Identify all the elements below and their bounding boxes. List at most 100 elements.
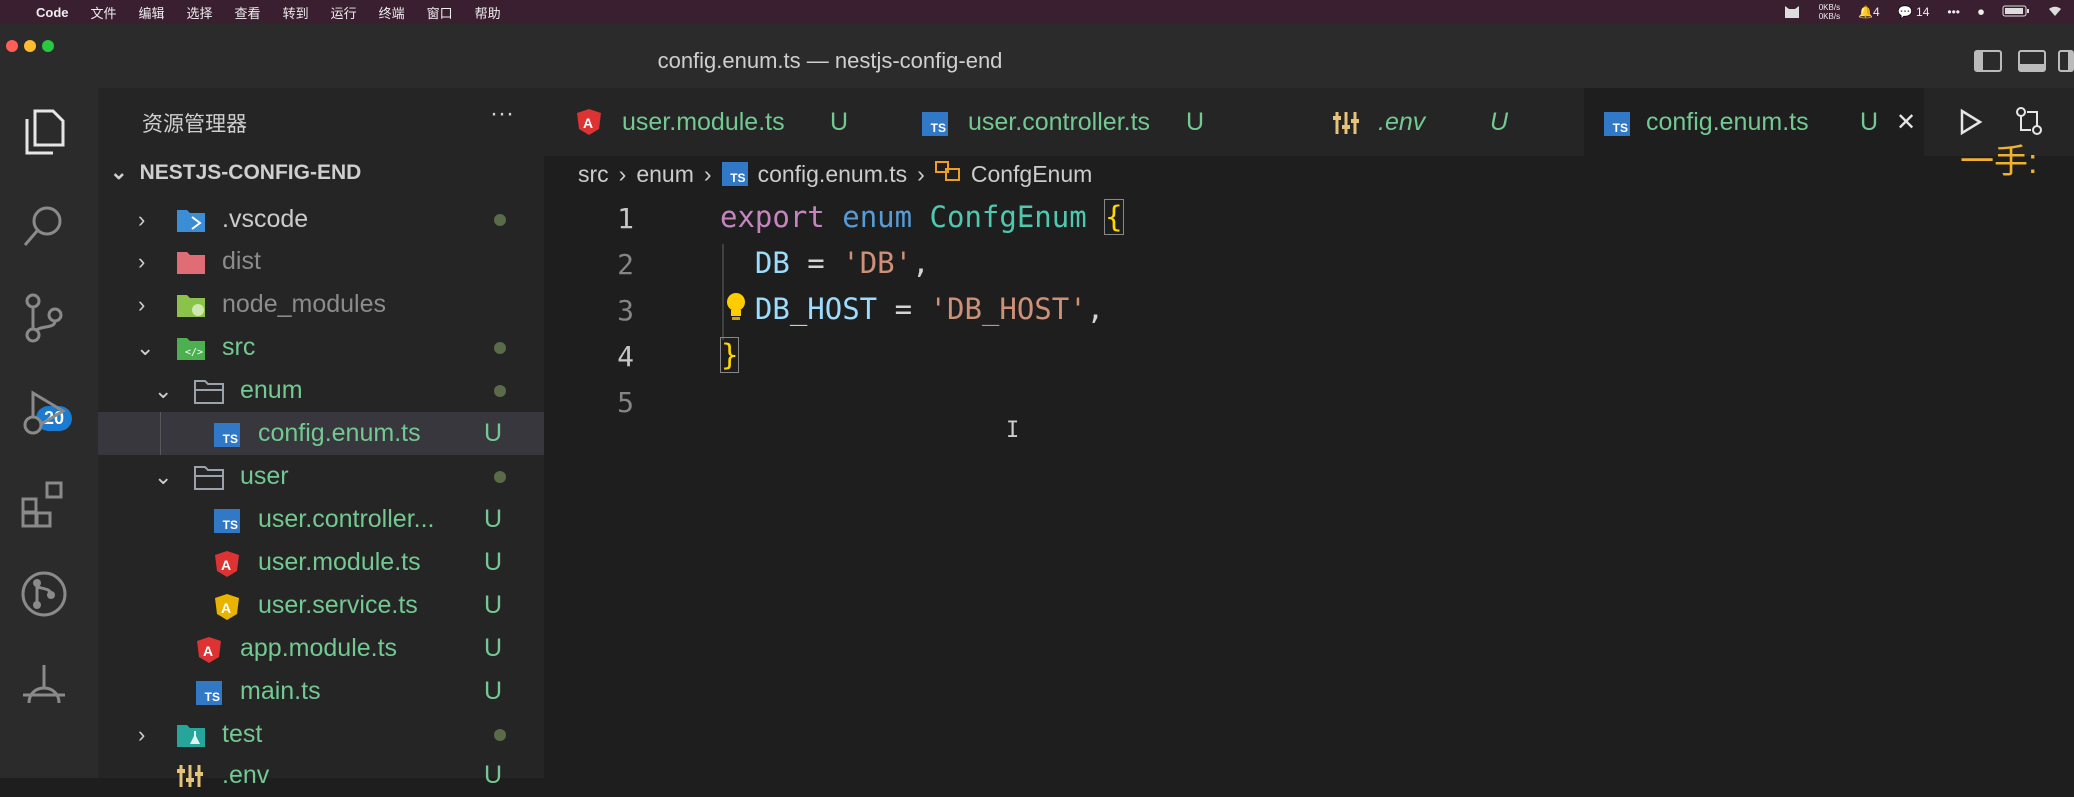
code-property: DB (754, 246, 790, 280)
menu-terminal[interactable]: 终端 (379, 3, 405, 22)
dist-folder-icon (176, 249, 205, 275)
workspace-root[interactable]: ⌄ NESTJS-CONFIG-END (110, 160, 361, 185)
screen-record-icon[interactable]: ⏺ (1978, 5, 1984, 20)
wechat-icon: 💬 (1897, 5, 1913, 19)
workspace-root-label: NESTJS-CONFIG-END (139, 161, 362, 184)
code-operator: = (789, 246, 843, 280)
menu-view[interactable]: 查看 (235, 3, 261, 22)
vscode-folder-icon (176, 207, 205, 233)
explorer-more-button[interactable]: ··· (490, 100, 514, 128)
tree-item-user-controller[interactable]: TS user.controller... U (98, 498, 544, 541)
untracked-status: U (483, 505, 502, 533)
menu-go[interactable]: 转到 (283, 3, 309, 22)
wifi-icon[interactable] (2048, 5, 2062, 20)
notification-status[interactable]: 🔔4 (1858, 5, 1880, 19)
typescript-file-icon: TS (196, 679, 224, 705)
tab-user-module[interactable]: A user.module.ts U (544, 88, 874, 156)
test-folder-icon (176, 722, 205, 748)
tab-config-enum[interactable]: TS config.enum.ts U ✕ (1584, 88, 1924, 156)
run-debug-icon[interactable] (14, 382, 74, 442)
extensions-icon[interactable] (14, 474, 74, 534)
breadcrumb-enum[interactable]: enum (636, 161, 694, 188)
tree-item-label: user.service.ts (258, 591, 418, 619)
chevron-right-icon: › (138, 291, 146, 317)
tree-item-user-service[interactable]: A user.service.ts U (98, 584, 544, 627)
breadcrumb-symbol[interactable]: ConfgEnum (971, 161, 1092, 188)
toggle-panel-icon[interactable] (2018, 50, 2046, 72)
untracked-status: U (483, 634, 502, 662)
code-line-3: DB_HOST = 'DB_HOST', (720, 292, 1104, 326)
tree-item-app-module[interactable]: A app.module.ts U (98, 627, 544, 670)
tree-item-enum[interactable]: ⌄ enum (98, 369, 544, 412)
more-icon[interactable]: ••• (1947, 5, 1960, 19)
overlay-watermark-text: 一手: (1960, 143, 2038, 181)
menu-window[interactable]: 窗口 (427, 3, 453, 22)
close-icon[interactable]: ✕ (1896, 108, 1916, 137)
tab-label: .env (1378, 107, 1426, 136)
toggle-sidebar-icon[interactable] (1974, 50, 2002, 72)
cat-icon[interactable] (1783, 3, 1801, 22)
tree-item-user-module[interactable]: A user.module.ts U (98, 541, 544, 584)
code-keyword: enum (842, 200, 913, 234)
settings-file-icon (1332, 110, 1360, 143)
tree-item-label: node_modules (222, 290, 387, 318)
line-number: 4 (617, 340, 634, 373)
code-comma: , (1086, 292, 1105, 326)
chevron-down-icon: ⌄ (154, 377, 173, 403)
tree-item-user-folder[interactable]: ⌄ user (98, 455, 544, 498)
menu-file[interactable]: 文件 (91, 3, 117, 22)
tab-env[interactable]: .env U (1294, 88, 1584, 156)
net-up-text: 0KB/s (1818, 3, 1841, 12)
explorer-sidebar: 资源管理器 ··· ⌄ NESTJS-CONFIG-END › .vscode ›… (98, 88, 544, 789)
menu-edit[interactable]: 编辑 (139, 3, 165, 22)
tree-item-label: user (240, 462, 289, 490)
toggle-secondary-sidebar-icon[interactable] (2058, 50, 2074, 72)
tree-item-env[interactable]: .env U (98, 754, 544, 797)
breadcrumb-file[interactable]: config.enum.ts (758, 161, 908, 188)
explorer-icon[interactable] (14, 102, 74, 162)
tree-item-node-modules[interactable]: › node_modules (98, 283, 544, 326)
menu-app[interactable]: Code (36, 5, 69, 20)
tab-status: U (1186, 107, 1205, 136)
git-graph-icon[interactable] (14, 564, 74, 624)
chevron-right-icon: › (618, 160, 627, 187)
tree-item-label: app.module.ts (240, 634, 398, 662)
tree-item-src[interactable]: ⌄ </> src (98, 326, 544, 369)
tab-status: U (830, 107, 849, 136)
tree-item-dist[interactable]: › dist (98, 240, 544, 283)
text-cursor-icon: I (1006, 418, 1020, 443)
tree-item-vscode[interactable]: › .vscode (98, 198, 544, 241)
network-speed: 0KB/s 0KB/s (1819, 3, 1840, 21)
search-icon[interactable] (14, 196, 74, 256)
untracked-status: U (483, 548, 502, 576)
chevron-down-icon: ⌄ (154, 463, 173, 489)
modified-dot (494, 470, 506, 483)
tab-user-controller[interactable]: TS user.controller.ts U (874, 88, 1294, 156)
tree-item-main[interactable]: TS main.ts U (98, 670, 544, 713)
breadcrumb-src[interactable]: src (578, 161, 609, 188)
code-line-4: } (720, 337, 740, 373)
untracked-status: U (483, 761, 502, 789)
code-string: 'DB' (842, 246, 913, 280)
line-number: 2 (617, 248, 634, 281)
tree-item-label: .vscode (222, 205, 309, 233)
indent-guide (160, 412, 161, 455)
modified-dot (494, 384, 506, 397)
tree-item-test[interactable]: › test (98, 713, 544, 756)
tab-label: user.controller.ts (968, 107, 1151, 136)
menu-run[interactable]: 运行 (331, 3, 357, 22)
remote-explorer-icon[interactable] (14, 656, 74, 716)
menu-selection[interactable]: 选择 (187, 3, 213, 22)
chevron-right-icon: › (703, 160, 712, 187)
tab-label: config.enum.ts (1646, 107, 1809, 136)
angular-module-icon: A (196, 636, 224, 663)
tab-label: user.module.ts (622, 107, 785, 136)
tree-item-config-enum[interactable]: TS config.enum.ts U (98, 412, 544, 455)
tree-item-label: main.ts (240, 677, 321, 705)
menu-help[interactable]: 帮助 (475, 3, 501, 22)
wechat-status[interactable]: 💬 14 (1898, 5, 1930, 19)
macos-menubar: Code 文件 编辑 选择 查看 转到 运行 终端 窗口 帮助 0KB/s 0K… (0, 0, 2074, 24)
source-control-icon[interactable] (14, 288, 74, 348)
typescript-file-icon: TS (1604, 110, 1630, 139)
typescript-file-icon: TS (214, 421, 242, 447)
